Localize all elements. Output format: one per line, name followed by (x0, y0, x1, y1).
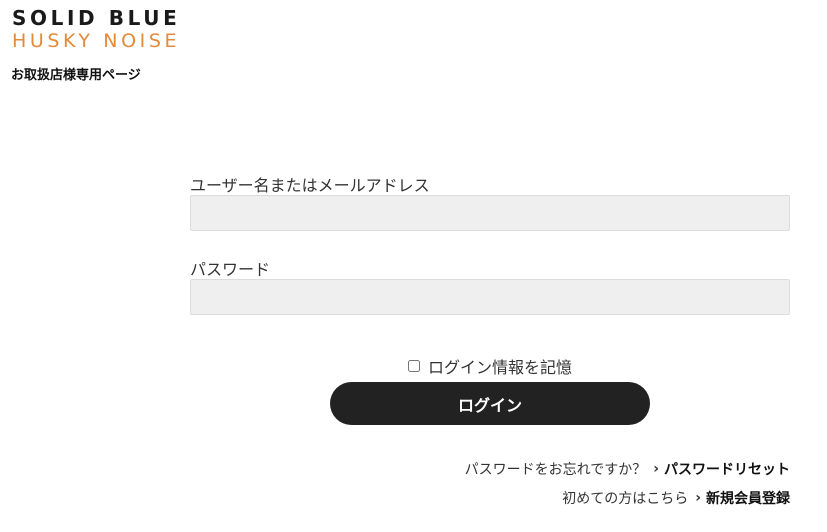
username-input[interactable] (190, 195, 790, 231)
forgot-password-row: パスワードをお忘れですか？ › パスワードリセット (465, 459, 790, 479)
register-link[interactable]: 新規会員登録 (706, 488, 790, 508)
username-label: ユーザー名またはメールアドレス (190, 176, 430, 195)
page-subtitle: お取扱店様専用ページ (11, 68, 141, 83)
password-label: パスワード (190, 260, 271, 279)
password-input[interactable] (190, 279, 790, 315)
chevron-right-icon: › (653, 461, 659, 477)
login-button[interactable]: ログイン (330, 382, 650, 425)
chevron-right-icon: › (695, 490, 701, 506)
remember-me-checkbox[interactable] (407, 360, 420, 372)
remember-me-row: ログイン情報を記憶 (0, 354, 827, 378)
register-row: 初めての方はこちら › 新規会員登録 (562, 488, 790, 508)
password-reset-link[interactable]: パスワードリセット (664, 459, 790, 479)
register-text: 初めての方はこちら (562, 491, 689, 507)
forgot-password-text: パスワードをお忘れですか？ (464, 462, 647, 478)
brand-logo-line1: SOLID BLUE (12, 6, 181, 30)
brand-logo-line2: HUSKY NOISE (12, 30, 181, 52)
remember-me-label[interactable]: ログイン情報を記憶 (428, 354, 572, 378)
brand-logo[interactable]: SOLID BLUE HUSKY NOISE (12, 6, 180, 52)
